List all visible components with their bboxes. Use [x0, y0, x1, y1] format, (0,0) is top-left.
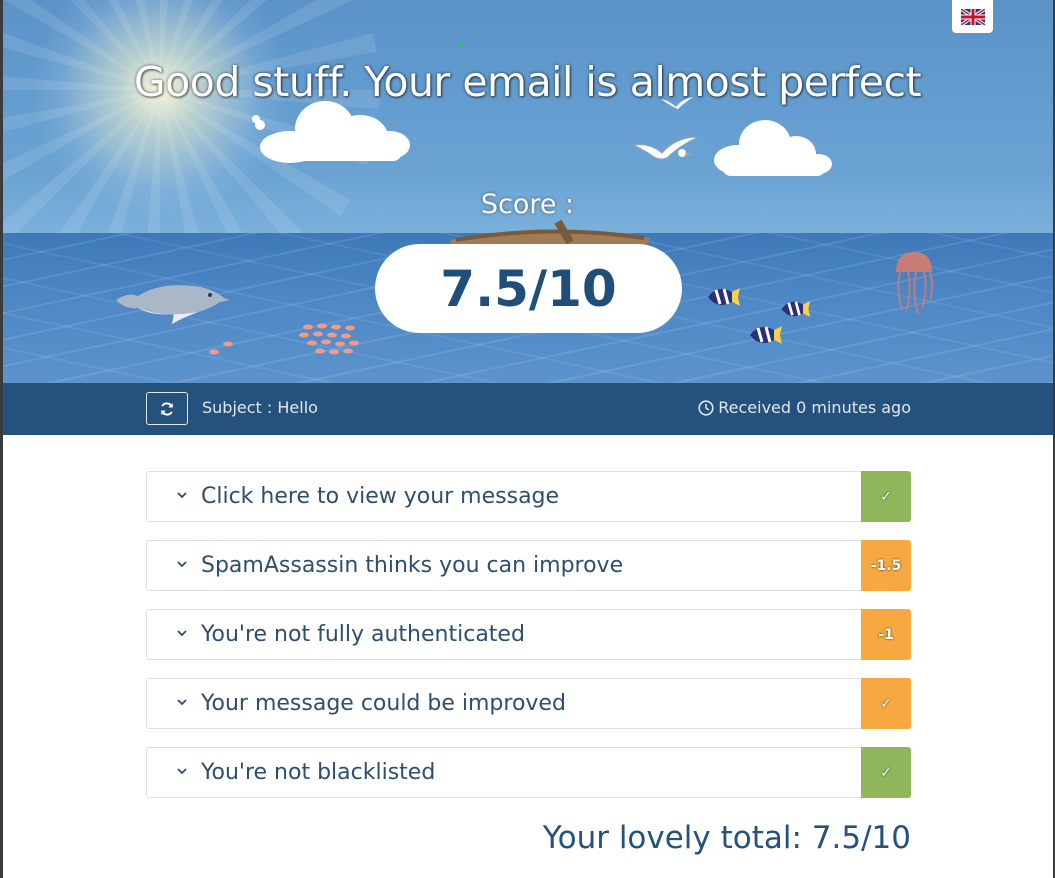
check-authentication[interactable]: You're not fully authenticated -1 [146, 609, 911, 660]
tropical-fish-icon [750, 326, 782, 344]
clock-icon [698, 399, 714, 416]
chevron-down-icon [177, 492, 187, 499]
window-left-border [0, 0, 3, 878]
dolphin-icon [116, 285, 230, 324]
tropical-fish-icon [781, 300, 811, 318]
check-message-content[interactable]: Your message could be improved ✓ [146, 678, 911, 729]
check-badge: ✓ [861, 471, 911, 522]
check-spamassassin[interactable]: SpamAssassin thinks you can improve -1.5 [146, 540, 911, 591]
uk-flag-icon [960, 8, 985, 25]
cloud-right [714, 120, 832, 176]
check-label: Click here to view your message [201, 484, 560, 509]
received-text: Received 0 minutes ago [718, 398, 911, 417]
total-score: Your lovely total: 7.5/10 [542, 820, 911, 856]
fish-school-icon [209, 323, 359, 355]
chevron-down-icon [177, 630, 187, 637]
info-bar: Subject : Hello Received 0 minutes ago [0, 383, 1055, 435]
check-badge: ✓ [861, 678, 911, 729]
jellyfish-icon [896, 252, 933, 315]
check-badge: -1 [861, 609, 911, 660]
chevron-down-icon [177, 561, 187, 568]
score-display: 7.5/10 [375, 244, 682, 333]
check-badge: -1.5 [861, 540, 911, 591]
received-time: Received 0 minutes ago [698, 398, 911, 417]
check-badge: ✓ [861, 747, 911, 798]
language-selector[interactable] [952, 0, 993, 33]
chevron-down-icon [177, 699, 187, 706]
chevron-down-icon [177, 768, 187, 775]
subject-text: Subject : Hello [202, 398, 318, 417]
check-blacklist[interactable]: You're not blacklisted ✓ [146, 747, 911, 798]
check-label: You're not fully authenticated [201, 622, 525, 647]
page-title: Good stuff. Your email is almost perfect [133, 58, 922, 106]
check-list: Click here to view your message ✓ SpamAs… [146, 471, 911, 816]
check-label: SpamAssassin thinks you can improve [201, 553, 624, 578]
tropical-fish-icon [708, 288, 740, 306]
status-dot [460, 43, 464, 47]
refresh-button[interactable] [146, 392, 188, 425]
check-view-message[interactable]: Click here to view your message ✓ [146, 471, 911, 522]
score-label: Score : [480, 189, 575, 220]
score-value: 7.5/10 [440, 259, 617, 318]
check-label: You're not blacklisted [201, 760, 436, 785]
check-label: Your message could be improved [201, 691, 566, 716]
hero-banner: Good stuff. Your email is almost perfect… [0, 0, 1055, 383]
seagull-icon [632, 136, 699, 160]
refresh-icon [161, 401, 173, 416]
